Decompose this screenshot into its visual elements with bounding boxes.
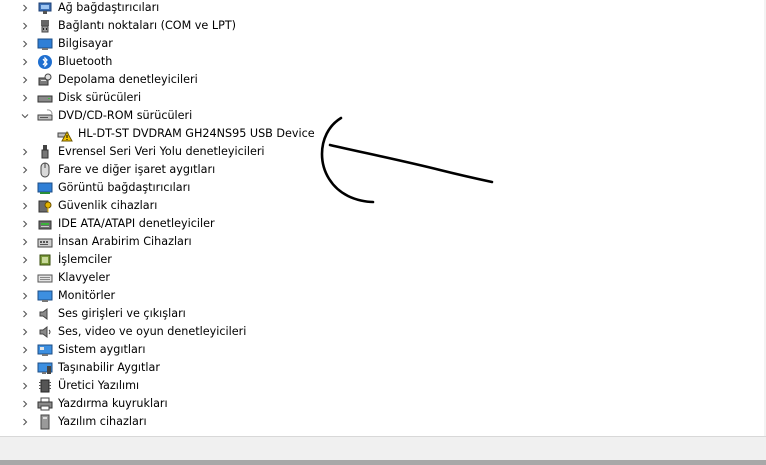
tree-category-item[interactable]: IDE ATA/ATAPI denetleyiciler	[0, 215, 520, 233]
chevron-right-icon[interactable]	[18, 341, 32, 359]
portable-device-icon	[37, 360, 53, 376]
disk-drive-icon	[37, 90, 53, 106]
chevron-right-icon[interactable]	[18, 251, 32, 269]
category-label: Sistem aygıtları	[58, 343, 146, 356]
chevron-right-icon[interactable]	[18, 269, 32, 287]
ide-controller-icon	[37, 216, 53, 232]
audio-io-icon	[37, 306, 53, 322]
chevron-right-icon[interactable]	[18, 287, 32, 305]
category-label: Yazdırma kuyrukları	[58, 397, 168, 410]
mouse-icon	[37, 162, 53, 178]
chevron-right-icon[interactable]	[18, 233, 32, 251]
category-label: Bağlantı noktaları (COM ve LPT)	[58, 19, 237, 32]
tree-category-item[interactable]: Güvenlik cihazları	[0, 197, 520, 215]
category-label: Ağ bağdaştırıcıları	[58, 1, 160, 14]
chevron-right-icon[interactable]	[18, 89, 32, 107]
chevron-right-icon[interactable]	[18, 395, 32, 413]
chevron-down-icon[interactable]	[18, 107, 32, 125]
category-label: Görüntü bağdaştırıcıları	[58, 181, 191, 194]
chevron-right-icon[interactable]	[18, 17, 32, 35]
chevron-right-icon[interactable]	[18, 323, 32, 341]
device-label: HL-DT-ST DVDRAM GH24NS95 USB Device	[78, 127, 315, 140]
chevron-right-icon[interactable]	[18, 0, 32, 17]
tree-category-item[interactable]: Ağ bağdaştırıcıları	[0, 0, 520, 17]
network-adapter-icon	[37, 0, 53, 16]
tree-category-item[interactable]: Görüntü bağdaştırıcıları	[0, 179, 520, 197]
category-label: Depolama denetleyicileri	[58, 73, 198, 86]
tree-category-item[interactable]: Yazdırma kuyrukları	[0, 395, 520, 413]
tree-category-item[interactable]: Depolama denetleyicileri	[0, 71, 520, 89]
chevron-right-icon[interactable]	[18, 179, 32, 197]
category-label: Bilgisayar	[58, 37, 113, 50]
category-label: İnsan Arabirim Cihazları	[58, 235, 192, 248]
processor-icon	[37, 252, 53, 268]
tree-category-item[interactable]: Klavyeler	[0, 269, 520, 287]
tree-category-item[interactable]: Monitörler	[0, 287, 520, 305]
category-label: İşlemciler	[58, 253, 112, 266]
hid-icon	[37, 234, 53, 250]
tree-category-item[interactable]: Bluetooth	[0, 53, 520, 71]
firmware-icon	[37, 378, 53, 394]
bluetooth-icon	[37, 54, 53, 70]
dvd-warning-icon	[57, 126, 73, 142]
software-device-icon	[37, 414, 53, 430]
chevron-right-icon[interactable]	[18, 215, 32, 233]
category-label: Klavyeler	[58, 271, 111, 284]
category-label: Ses, video ve oyun denetleyicileri	[58, 325, 247, 338]
chevron-right-icon[interactable]	[18, 53, 32, 71]
horizontal-scrollbar-area[interactable]	[0, 436, 766, 465]
chevron-right-icon[interactable]	[18, 35, 32, 53]
tree-device-item[interactable]: HL-DT-ST DVDRAM GH24NS95 USB Device	[0, 125, 520, 143]
storage-controller-icon	[37, 72, 53, 88]
chevron-right-icon[interactable]	[18, 413, 32, 431]
tree-category-item[interactable]: Evrensel Seri Veri Yolu denetleyicileri	[0, 143, 520, 161]
category-label: IDE ATA/ATAPI denetleyiciler	[58, 217, 215, 230]
dvd-drive-icon	[37, 108, 53, 124]
tree-category-item[interactable]: Yazılım cihazları	[0, 413, 520, 431]
tree-category-item[interactable]: Bilgisayar	[0, 35, 520, 53]
usb-icon	[37, 144, 53, 160]
category-label: Üretici Yazılımı	[58, 379, 140, 392]
chevron-right-icon[interactable]	[18, 161, 32, 179]
window-bottom-edge	[0, 460, 766, 465]
tree-category-item[interactable]: Ses girişleri ve çıkışları	[0, 305, 520, 323]
chevron-right-icon[interactable]	[18, 377, 32, 395]
chevron-right-icon[interactable]	[18, 71, 32, 89]
tree-category-item[interactable]: Bağlantı noktaları (COM ve LPT)	[0, 17, 520, 35]
display-adapter-icon	[37, 180, 53, 196]
port-icon	[37, 18, 53, 34]
chevron-right-icon[interactable]	[18, 143, 32, 161]
tree-category-item[interactable]: İnsan Arabirim Cihazları	[0, 233, 520, 251]
category-label: Yazılım cihazları	[58, 415, 147, 428]
tree-category-item[interactable]: Fare ve diğer işaret aygıtları	[0, 161, 520, 179]
category-label: Disk sürücüleri	[58, 91, 142, 104]
tree-category-item[interactable]: Disk sürücüleri	[0, 89, 520, 107]
keyboard-icon	[37, 270, 53, 286]
tree-category-item[interactable]: DVD/CD-ROM sürücüleri	[0, 107, 520, 125]
monitor-icon	[37, 288, 53, 304]
tree-category-item[interactable]: İşlemciler	[0, 251, 520, 269]
tree-category-item[interactable]: Taşınabilir Aygıtlar	[0, 359, 520, 377]
tree-category-item[interactable]: Ses, video ve oyun denetleyicileri	[0, 323, 520, 341]
sound-video-icon	[37, 324, 53, 340]
category-label: Ses girişleri ve çıkışları	[58, 307, 186, 320]
chevron-right-icon[interactable]	[18, 197, 32, 215]
computer-icon	[37, 36, 53, 52]
printer-icon	[37, 396, 53, 412]
system-device-icon	[37, 342, 53, 358]
chevron-right-icon[interactable]	[18, 305, 32, 323]
tree-category-item[interactable]: Sistem aygıtları	[0, 341, 520, 359]
category-label: Güvenlik cihazları	[58, 199, 158, 212]
category-label: Bluetooth	[58, 55, 113, 68]
category-label: Fare ve diğer işaret aygıtları	[58, 163, 216, 176]
category-label: DVD/CD-ROM sürücüleri	[58, 109, 193, 122]
category-label: Monitörler	[58, 289, 116, 302]
tree-category-item[interactable]: Üretici Yazılımı	[0, 377, 520, 395]
category-label: Taşınabilir Aygıtlar	[58, 361, 160, 374]
security-device-icon	[37, 198, 53, 214]
category-label: Evrensel Seri Veri Yolu denetleyicileri	[58, 145, 265, 158]
chevron-right-icon[interactable]	[18, 359, 32, 377]
